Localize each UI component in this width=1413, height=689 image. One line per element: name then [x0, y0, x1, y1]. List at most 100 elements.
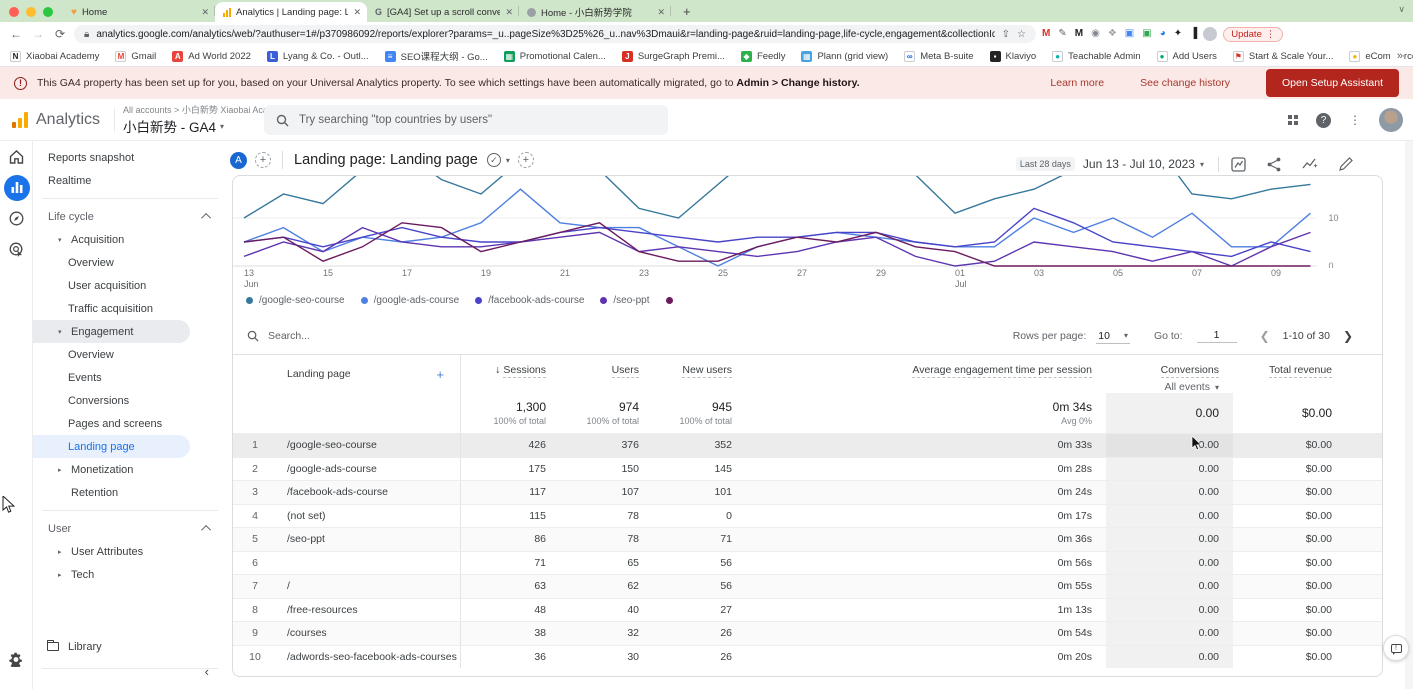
sidebar-item-user-acquisition[interactable]: User acquisition [33, 274, 227, 297]
window-controls[interactable] [0, 7, 63, 22]
insights-icon[interactable] [1302, 157, 1318, 171]
explore-nav-icon[interactable] [0, 203, 33, 234]
bookmark-item[interactable]: ◆Feedly [741, 51, 786, 62]
sidebar-item-library[interactable]: Library [33, 635, 227, 658]
edit-comparisons-icon[interactable] [1231, 157, 1246, 172]
new-tab-button[interactable]: + [671, 4, 701, 22]
tabstrip-chevron-icon[interactable]: ∨ [1398, 4, 1405, 15]
add-comparison-button[interactable]: + [255, 152, 271, 168]
add-dimension-icon[interactable]: + [436, 367, 444, 382]
green-extension-icon[interactable]: ▣ [1142, 29, 1151, 39]
cell-landing-page[interactable]: /free-resources [277, 599, 461, 622]
edit-report-icon[interactable] [1339, 157, 1353, 171]
blue-extension-icon[interactable]: ▣ [1125, 29, 1134, 39]
bookmark-item[interactable]: ≡SEO课程大纲 - Go... [385, 49, 488, 63]
col-header-new-users[interactable]: New users [653, 355, 746, 393]
next-page-icon[interactable]: ❯ [1340, 329, 1356, 343]
edge-extension-icon[interactable]: ◕ [1160, 29, 1166, 39]
expand-down-icon[interactable]: ▾ [58, 236, 64, 244]
chrome-update-button[interactable]: Update ⋮ [1223, 27, 1283, 42]
sidebar-item-overview[interactable]: Overview [33, 251, 227, 274]
scrollbar[interactable] [1405, 141, 1413, 689]
cell-landing-page[interactable]: /courses [277, 622, 461, 645]
share-icon[interactable] [1267, 157, 1281, 172]
open-setup-assistant-button[interactable]: Open Setup Assistant [1266, 69, 1399, 97]
legend-item[interactable]: /google-ads-course [361, 295, 460, 306]
legend-item[interactable] [666, 297, 673, 304]
url-text[interactable]: analytics.google.com/analytics/web/?auth… [96, 29, 994, 40]
sidebar-item-engagement[interactable]: ▾Engagement [33, 320, 190, 343]
share-page-icon[interactable]: ⇪ [1002, 29, 1010, 40]
sidebar-item-events[interactable]: Events [33, 366, 227, 389]
col-header-users[interactable]: Users [560, 355, 653, 393]
secure-lock-icon[interactable]: 🔒︎ [84, 29, 89, 40]
browser-tab[interactable]: Home - 小白新势学院✕ [519, 2, 671, 22]
bookmark-item[interactable]: ⚑Start & Scale Your... [1233, 51, 1334, 62]
bookmark-item[interactable]: MGmail [115, 51, 156, 62]
sidebar-item-overview[interactable]: Overview [33, 343, 227, 366]
feedback-button[interactable]: ! [1383, 635, 1409, 661]
table-row[interactable]: 7/6362560m 55s0.00$0.00 [233, 574, 1382, 598]
bookmark-item[interactable]: ●Add Users [1157, 51, 1217, 62]
forward-icon[interactable]: → [30, 27, 46, 41]
table-search-input[interactable]: Search... [247, 330, 1013, 342]
back-icon[interactable]: ← [8, 27, 24, 41]
table-row[interactable]: 67165560m 56s0.00$0.00 [233, 551, 1382, 575]
bookmark-item[interactable]: ▦Plann (grid view) [801, 51, 888, 62]
search-input[interactable]: Try searching "top countries by users" [264, 105, 668, 135]
puzzle-extension-icon[interactable]: ✦ [1174, 29, 1182, 39]
admin-gear-icon[interactable] [0, 644, 33, 675]
col-header-total-revenue[interactable]: Total revenue [1233, 355, 1382, 393]
reload-icon[interactable]: ⟳ [52, 27, 68, 41]
bookmark-item[interactable]: JSurgeGraph Premi... [622, 51, 725, 62]
saved-check-icon[interactable]: ✓ [487, 153, 501, 167]
col-header-sessions[interactable]: ↓Sessions [461, 355, 560, 393]
zoom-window-icon[interactable] [43, 7, 53, 17]
section-collapse-icon[interactable] [201, 525, 211, 535]
sidebar-item-monetization[interactable]: ▸Monetization [33, 458, 227, 481]
reports-nav-icon[interactable] [0, 172, 33, 203]
table-row[interactable]: 10/adwords-seo-facebook-ads-courses36302… [233, 645, 1382, 669]
table-row[interactable]: 1/google-seo-course4263763520m 33s0.00$0… [233, 433, 1382, 457]
tab-close-icon[interactable]: ✕ [505, 7, 513, 18]
kebab-menu-icon[interactable]: ⋮ [1349, 113, 1361, 127]
sidebar-item-traffic-acquisition[interactable]: Traffic acquisition [33, 297, 227, 320]
report-caret-icon[interactable]: ▾ [506, 156, 510, 165]
add-metric-button[interactable]: + [518, 152, 534, 168]
cell-landing-page[interactable]: /google-seo-course [277, 434, 461, 457]
sidebar-item-conversions[interactable]: Conversions [33, 389, 227, 412]
sidebar-item-acquisition[interactable]: ▾Acquisition [33, 228, 227, 251]
goto-page-input[interactable]: 1 [1197, 329, 1237, 343]
pen-extension-icon[interactable]: ✎ [1058, 29, 1066, 39]
stamp-extension-icon[interactable]: ❖ [1108, 29, 1117, 39]
cell-landing-page[interactable]: (not set) [277, 505, 461, 528]
account-switcher[interactable]: All accounts > 小白新势 Xiaobai Acade.. 小白新势… [123, 103, 283, 136]
cell-landing-page[interactable]: /adwords-seo-facebook-ads-courses [277, 646, 461, 669]
col-header-conversions[interactable]: ConversionsAll events▾ [1106, 355, 1233, 393]
home-nav-icon[interactable] [0, 141, 33, 172]
gmail-extension-icon[interactable]: M [1042, 29, 1050, 39]
bookmark-item[interactable]: ∞Meta B-suite [904, 51, 973, 62]
cell-landing-page[interactable]: / [277, 575, 461, 598]
close-window-icon[interactable] [9, 7, 19, 17]
help-icon[interactable]: ? [1316, 113, 1331, 128]
camera-extension-icon[interactable]: ◉ [1091, 29, 1100, 39]
legend-item[interactable]: /facebook-ads-course [475, 295, 584, 306]
bookmarks-overflow-icon[interactable]: » [1391, 50, 1403, 62]
tab-close-icon[interactable]: ✕ [353, 7, 361, 18]
bookmark-item[interactable]: ▪Klaviyo [990, 51, 1037, 62]
tab-close-icon[interactable]: ✕ [657, 7, 665, 18]
browser-tab[interactable]: G[GA4] Set up a scroll conversi✕ [367, 2, 519, 22]
sidebar-item-realtime[interactable]: Realtime [33, 169, 227, 192]
table-row[interactable]: 9/courses3832260m 54s0.00$0.00 [233, 621, 1382, 645]
comparison-chip-a[interactable]: A [230, 152, 247, 169]
section-collapse-icon[interactable] [201, 213, 211, 223]
sidebar-extension-icon[interactable]: ▐ [1190, 29, 1197, 39]
cell-landing-page[interactable]: /google-ads-course [277, 458, 461, 481]
bookmark-item[interactable]: ●Teachable Admin [1052, 51, 1140, 62]
sidebar-item-pages-and-screens[interactable]: Pages and screens [33, 412, 227, 435]
bookmark-item[interactable]: ●eCommerce Case... [1349, 51, 1413, 62]
analytics-logo[interactable]: Analytics [0, 111, 112, 129]
table-row[interactable]: 2/google-ads-course1751501450m 28s0.00$0… [233, 457, 1382, 481]
bookmark-star-icon[interactable]: ☆ [1017, 29, 1026, 40]
